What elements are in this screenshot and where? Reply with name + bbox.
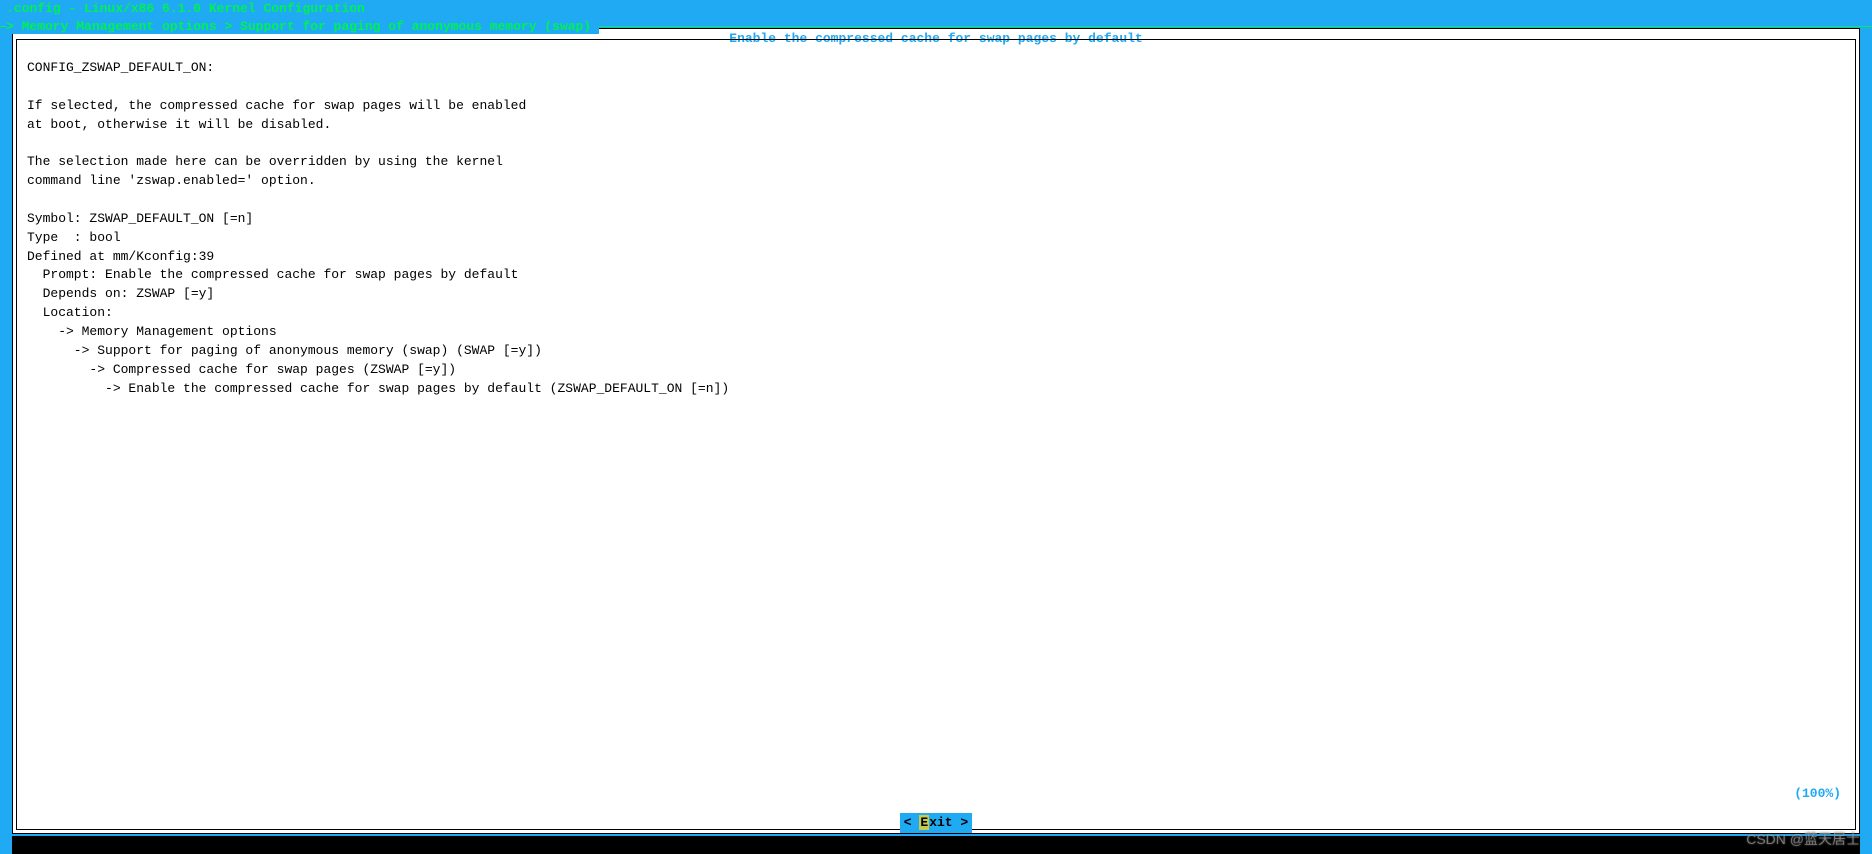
help-panel: Enable the compressed cache for swap pag…	[12, 28, 1860, 834]
title-text: .config - Linux/x86 6.1.0 Kernel Configu…	[6, 1, 365, 16]
exit-prefix: <	[904, 815, 920, 830]
exit-hotkey: E	[919, 815, 929, 830]
exit-button[interactable]: < Exit >	[900, 813, 972, 833]
watermark: CSDN @蓝天居士	[1746, 830, 1860, 850]
breadcrumb-path: > Memory Management options > Support fo…	[6, 19, 599, 34]
window-title: .config - Linux/x86 6.1.0 Kernel Configu…	[0, 0, 1872, 18]
help-body-text: CONFIG_ZSWAP_DEFAULT_ON: If selected, th…	[13, 49, 1859, 408]
exit-suffix: xit >	[929, 815, 968, 830]
button-bar: < Exit >	[13, 813, 1859, 831]
bottom-bar	[12, 836, 1860, 854]
scroll-percent: (100%)	[1794, 785, 1841, 803]
